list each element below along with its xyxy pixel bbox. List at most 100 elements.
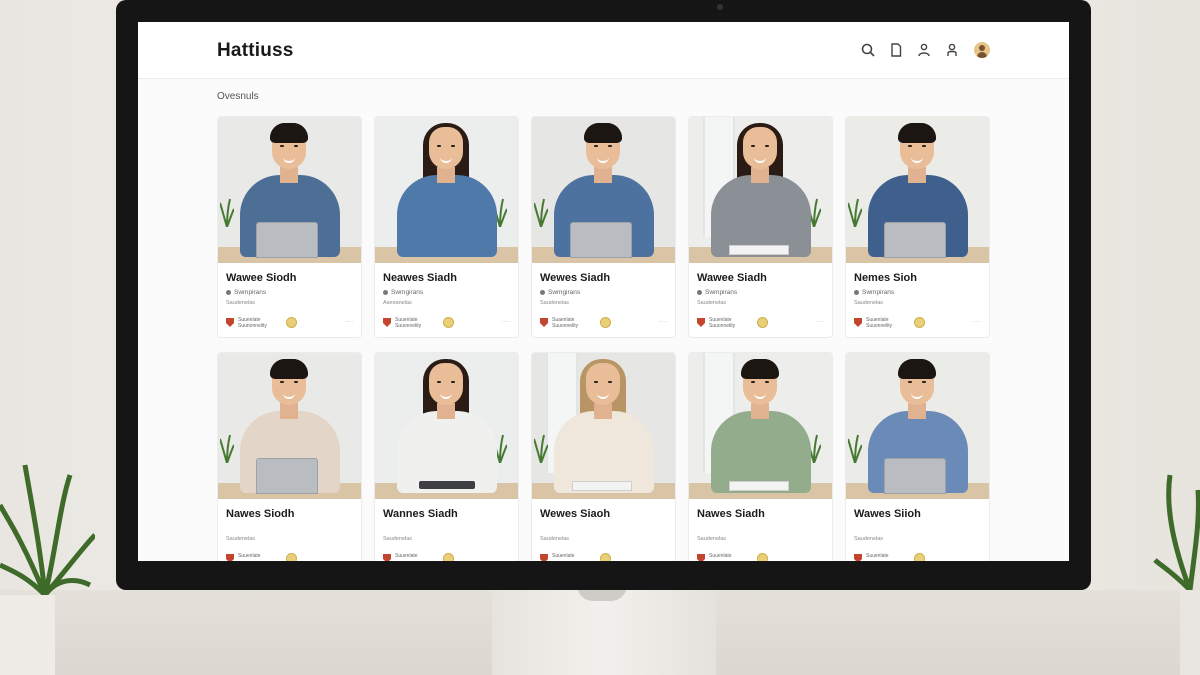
card-name: Nawes Siadh (697, 508, 765, 520)
potted-plant-left (0, 464, 95, 675)
footer-text: Suuenlate (238, 553, 261, 559)
shirt (397, 175, 497, 257)
notebook (572, 481, 632, 491)
profile-card[interactable]: Nawes Siadh Saudenelas Suuenlate (688, 352, 833, 561)
laptop (884, 458, 946, 494)
footer-text: Suuenlate Suuonnelity (709, 317, 736, 329)
plant (534, 198, 548, 227)
card-footer: Suuenlate Suuonnelity ····· (383, 316, 510, 330)
badge-icon (757, 553, 768, 561)
status-dot (854, 289, 859, 295)
document-icon[interactable] (888, 42, 904, 58)
laptop (256, 222, 318, 258)
profile-card[interactable]: Wannes Siadh Saudenelas Suuenlate (374, 352, 519, 561)
laptop (884, 222, 946, 258)
shield-icon (854, 554, 862, 561)
plant (848, 198, 862, 227)
shield-icon (226, 318, 234, 327)
badge-icon (443, 553, 454, 561)
card-department: Saudenelas (854, 536, 884, 542)
profile-card[interactable]: Nawes Siodh Saudenelas Suuenlate (217, 352, 362, 561)
notebook (729, 481, 789, 491)
plant (534, 434, 548, 463)
footer-text: Suuenlate Suuonnelity (866, 317, 893, 329)
footer-meta: ····· (972, 319, 981, 325)
search-icon[interactable] (860, 42, 876, 58)
shield-icon (540, 318, 548, 327)
card-department: Saudenelas (540, 300, 570, 306)
card-status: Swmgirans (383, 289, 423, 296)
profile-card[interactable]: Wawes Siioh Saudenelas Suuenlate (845, 352, 990, 561)
profile-photo[interactable] (846, 353, 989, 499)
badge-icon (914, 553, 925, 561)
profile-avatar[interactable] (974, 42, 990, 58)
shield-icon (854, 318, 862, 327)
card-department: Saudenelas (226, 536, 256, 542)
profile-photo[interactable] (689, 353, 832, 499)
plant (848, 434, 862, 463)
profile-card[interactable]: Neawes Siadh Swmgirans Aseeanelas Suuenlate… (374, 116, 519, 338)
profile-photo[interactable] (218, 117, 361, 263)
status-text: Swmpirans (234, 289, 267, 296)
app-title: Hattiuss (217, 40, 294, 61)
badge-icon (757, 317, 768, 328)
badge-icon (914, 317, 925, 328)
profile-card[interactable]: Wawee Siadh Swmpirans Saudenelas Suuenlate … (688, 116, 833, 338)
status-dot (540, 289, 545, 295)
section-label: Ovesnuls (217, 91, 259, 102)
card-footer: Suuenlate (383, 552, 510, 561)
shield-icon (697, 318, 705, 327)
app-window: Hattiuss Ovesnuls Wawee Siodh Swmpirans Sa… (138, 22, 1069, 561)
badge-icon (286, 553, 297, 561)
tablet (419, 481, 475, 489)
profile-photo[interactable] (846, 117, 989, 263)
card-footer: Suuenlate Suuonnelity ····· (697, 316, 824, 330)
badge-icon (443, 317, 454, 328)
profile-photo[interactable] (532, 353, 675, 499)
status-text: Swmpirans (862, 289, 895, 296)
status-dot (226, 289, 231, 295)
footer-meta: ····· (815, 319, 824, 325)
card-footer: Suuenlate Suunonnelity ····· (226, 316, 353, 330)
card-footer: Suuenlate Suuonnelity ····· (854, 316, 981, 330)
badge-icon (286, 317, 297, 328)
profile-photo[interactable] (218, 353, 361, 499)
footer-text: Suuenlate Suuonnelity (395, 317, 422, 329)
status-dot (697, 289, 702, 295)
plant (220, 434, 234, 463)
card-footer: Suuenlate (540, 552, 667, 561)
notebook (729, 245, 789, 255)
card-name: Wewes Siaoh (540, 508, 611, 520)
shield-icon (383, 318, 391, 327)
user-icon[interactable] (944, 42, 960, 58)
profile-card[interactable]: Wewes Siadh Swmgirans Saudenelas Suaenlate … (531, 116, 676, 338)
people-icon[interactable] (916, 42, 932, 58)
footer-meta: ····· (501, 319, 510, 325)
card-name: Wannes Siadh (383, 508, 458, 520)
card-department: Saudenelas (540, 536, 570, 542)
footer-meta: ····· (344, 319, 353, 325)
profile-card[interactable]: Nemes Sioh Swmpirans Saudenelas Suuenlate S… (845, 116, 990, 338)
profile-photo[interactable] (375, 117, 518, 263)
card-footer: Suaenlate Suuonnelity ····· (540, 316, 667, 330)
profile-card[interactable]: Wewes Siaoh Saudenelas Suuenlate (531, 352, 676, 561)
card-footer: Suuenlate (226, 552, 353, 561)
profile-card[interactable]: Wawee Siodh Swmpirans Saudenelas Suuenlate … (217, 116, 362, 338)
card-department: Saudenelas (697, 300, 727, 306)
profile-photo[interactable] (375, 353, 518, 499)
card-department: Saudenelas (383, 536, 413, 542)
monitor-stand (492, 588, 716, 675)
footer-text: Suuenlate (709, 553, 732, 559)
plant (220, 198, 234, 227)
card-department: Saudenelas (854, 300, 884, 306)
profile-photo[interactable] (689, 117, 832, 263)
card-name: Wawee Siodh (226, 272, 297, 284)
potted-plant-right (1153, 474, 1200, 675)
status-dot (383, 289, 388, 295)
shield-icon (540, 554, 548, 561)
status-text: Swmgirans (548, 289, 581, 296)
webcam (717, 4, 723, 10)
profile-photo[interactable] (532, 117, 675, 263)
shield-icon (226, 554, 234, 561)
card-department: Saudenelas (697, 536, 727, 542)
